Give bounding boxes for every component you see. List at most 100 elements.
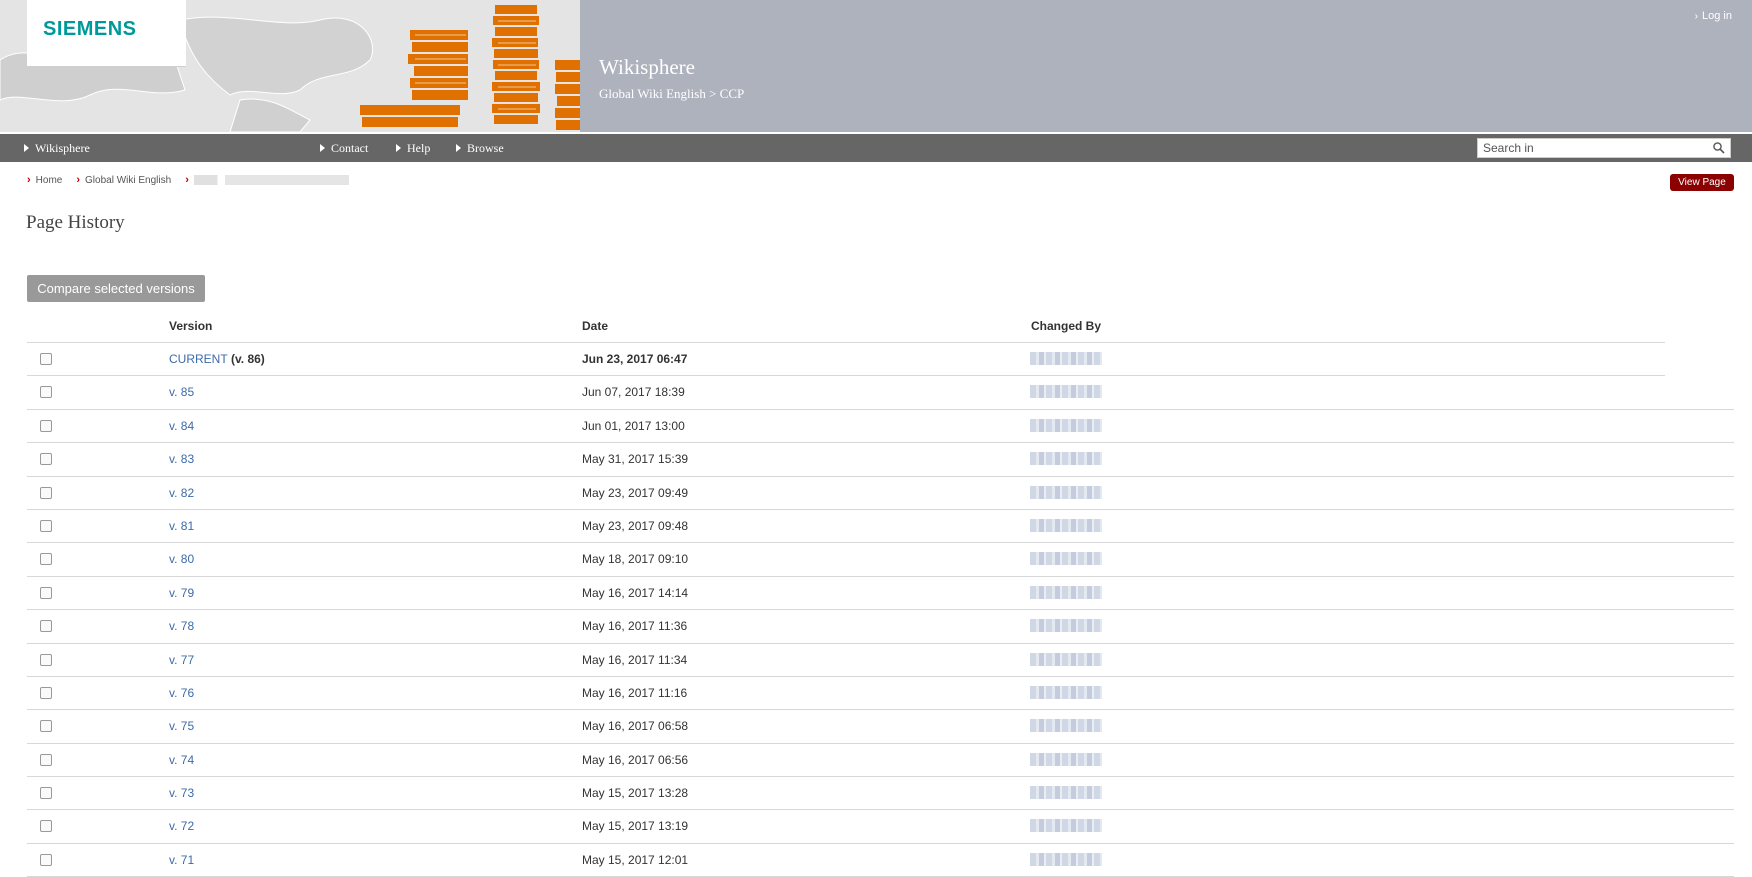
version-link[interactable]: v. 73	[169, 786, 194, 800]
version-label: v. 75	[169, 719, 195, 734]
column-header-date: Date	[582, 319, 609, 333]
version-link[interactable]: v. 84	[169, 419, 194, 433]
version-label: v. 77	[169, 652, 195, 667]
version-label: v. 76	[169, 685, 195, 700]
redacted-author[interactable]	[1030, 786, 1102, 800]
version-date: May 16, 2017 11:34	[582, 652, 688, 667]
version-link[interactable]: v. 71	[169, 853, 194, 867]
site-title[interactable]: Wikisphere	[599, 55, 695, 80]
version-date: May 15, 2017 13:19	[582, 819, 689, 834]
version-label: v. 80	[169, 552, 195, 567]
version-link[interactable]: v. 79	[169, 586, 194, 600]
version-link[interactable]: v. 75	[169, 719, 194, 733]
version-link[interactable]: CURRENT (v. 86)	[169, 352, 265, 366]
table-row: v. 81 May 23, 2017 09:48	[27, 510, 1734, 544]
redacted-author[interactable]	[1030, 685, 1102, 699]
redacted-author[interactable]	[1030, 752, 1102, 766]
triangle-right-icon	[456, 144, 461, 152]
version-date: May 23, 2017 09:48	[582, 518, 689, 533]
logo-text: SIEMENS	[43, 18, 137, 40]
version-checkbox[interactable]	[40, 720, 52, 733]
version-checkbox[interactable]	[40, 620, 52, 633]
version-label: v. 74	[169, 752, 195, 767]
header-banner-image: SIEMENS	[0, 0, 580, 132]
nav-item-wikisphere[interactable]: Wikisphere	[24, 134, 90, 162]
main-navbar: Wikisphere Contact Help Browse	[0, 134, 1752, 162]
version-link[interactable]: v. 80	[169, 552, 194, 566]
version-checkbox[interactable]	[40, 753, 52, 766]
version-label: v. 79	[169, 585, 195, 600]
nav-item-browse[interactable]: Browse	[456, 134, 504, 162]
version-checkbox[interactable]	[40, 553, 52, 566]
version-link[interactable]: v. 85	[169, 385, 194, 399]
version-link[interactable]: v. 78	[169, 619, 194, 633]
column-header-changed-by: Changed By	[1031, 319, 1102, 333]
breadcrumb-home[interactable]: › Home	[27, 174, 62, 186]
version-link[interactable]: v. 82	[169, 486, 194, 500]
redacted-author[interactable]	[1030, 452, 1102, 466]
compare-versions-button[interactable]: Compare selected versions	[27, 275, 205, 302]
version-checkbox[interactable]	[40, 419, 52, 432]
version-date: May 31, 2017 15:39	[582, 452, 689, 467]
chevron-right-icon: ›	[27, 174, 31, 186]
table-row: v. 73 May 15, 2017 13:28	[27, 777, 1734, 811]
table-row: CURRENT (v. 86) Jun 23, 2017 06:47	[27, 343, 1665, 377]
version-checkbox[interactable]	[40, 386, 52, 399]
nav-item-contact[interactable]: Contact	[320, 134, 368, 162]
version-label: v. 78	[169, 619, 195, 634]
login-link[interactable]: › Log in	[1695, 10, 1732, 22]
version-link[interactable]: v. 83	[169, 452, 194, 466]
version-date: May 16, 2017 14:14	[582, 585, 689, 600]
version-checkbox[interactable]	[40, 353, 52, 365]
redacted-author[interactable]	[1030, 485, 1102, 499]
redacted-author[interactable]	[1030, 819, 1102, 833]
redacted-author[interactable]	[1030, 719, 1102, 733]
search-icon[interactable]	[1712, 141, 1726, 155]
view-page-button[interactable]: View Page	[1670, 174, 1734, 191]
table-row: v. 71 May 15, 2017 12:01	[27, 844, 1734, 877]
version-date: Jun 23, 2017 06:47	[582, 352, 688, 366]
breadcrumb-space[interactable]: › Global Wiki English	[76, 174, 171, 186]
version-checkbox[interactable]	[40, 853, 52, 866]
login-label: Log in	[1702, 10, 1732, 22]
version-checkbox[interactable]	[40, 820, 52, 833]
version-link[interactable]: v. 76	[169, 686, 194, 700]
version-date: May 18, 2017 09:10	[582, 552, 689, 567]
version-link[interactable]: v. 74	[169, 753, 194, 767]
chevron-right-icon: ›	[1694, 10, 1699, 22]
version-link[interactable]: v. 81	[169, 519, 194, 533]
redacted-author[interactable]	[1030, 418, 1102, 432]
version-checkbox[interactable]	[40, 453, 52, 466]
version-link[interactable]: v. 77	[169, 653, 194, 667]
version-checkbox[interactable]	[40, 686, 52, 699]
redacted-author[interactable]	[1030, 585, 1102, 599]
table-row: v. 85 Jun 07, 2017 18:39	[27, 376, 1734, 410]
table-row: v. 77 May 16, 2017 11:34	[27, 644, 1734, 677]
search-input[interactable]	[1483, 141, 1703, 155]
breadcrumb-page[interactable]: ›	[185, 174, 349, 186]
nav-item-help[interactable]: Help	[396, 134, 430, 162]
redacted-author[interactable]	[1030, 552, 1102, 566]
redacted-page-name	[193, 175, 349, 185]
redacted-author[interactable]	[1030, 852, 1102, 866]
version-checkbox[interactable]	[40, 787, 52, 800]
page-header: SIEMENS Wikisphere Global Wiki English >…	[0, 0, 1752, 132]
siemens-logo[interactable]: SIEMENS	[27, 0, 186, 66]
version-link[interactable]: v. 72	[169, 819, 194, 833]
version-date: May 16, 2017 11:16	[582, 685, 688, 700]
version-checkbox[interactable]	[40, 486, 52, 499]
version-checkbox[interactable]	[40, 519, 52, 532]
redacted-author[interactable]	[1030, 652, 1102, 666]
redacted-author[interactable]	[1030, 352, 1102, 365]
version-label: CURRENT	[169, 352, 228, 366]
redacted-author[interactable]	[1030, 619, 1102, 633]
version-checkbox[interactable]	[40, 653, 52, 666]
chevron-right-icon: ›	[185, 174, 189, 186]
redacted-author[interactable]	[1030, 518, 1102, 532]
version-number: (v. 86)	[227, 352, 265, 366]
version-checkbox[interactable]	[40, 586, 52, 599]
breadcrumb: › Home › Global Wiki English ›	[27, 174, 363, 186]
redacted-author[interactable]	[1030, 385, 1102, 399]
table-row: v. 79 May 16, 2017 14:14	[27, 577, 1734, 611]
nav-item-label: Contact	[331, 140, 369, 155]
